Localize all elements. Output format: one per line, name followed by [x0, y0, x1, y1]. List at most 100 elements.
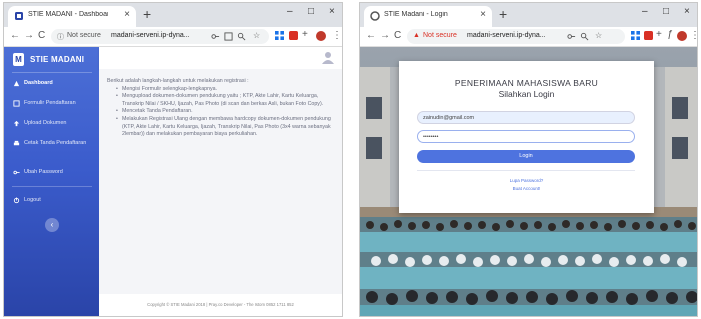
info-icon: ⓘ	[57, 34, 64, 41]
tab-title: STIE MADANI - Dashboard	[28, 11, 108, 18]
sidebar-brand[interactable]: M STIE MADANI	[4, 47, 99, 71]
instruction-step: Melakukan Registrasi Ulang dengan membaw…	[116, 116, 337, 139]
sidebar-divider	[12, 72, 92, 73]
tab-title: STIE Madani - Login	[384, 11, 448, 18]
logout-icon	[13, 197, 20, 204]
extension-grid-icon[interactable]	[631, 31, 640, 40]
brand-name: STIE MADANI	[30, 55, 85, 64]
instructions-list: Mengisi Formulir selengkap-lengkapnya. M…	[116, 86, 337, 139]
warning-icon: ▲	[413, 32, 420, 39]
upload-icon	[13, 120, 20, 127]
login-title: PENERIMAAN MAHASISWA BARU	[454, 78, 599, 88]
screenshot: STIE MADANI - Dashboard × + – □ × ← → C …	[0, 0, 701, 319]
maximize-button[interactable]: □	[663, 6, 669, 17]
sidebar-item-label: Logout	[24, 197, 41, 203]
forward-button[interactable]: →	[24, 30, 34, 41]
tab-dashboard[interactable]: STIE MADANI - Dashboard ×	[8, 6, 136, 27]
tab-bar: STIE Madani - Login × + – □ ×	[360, 3, 697, 27]
forward-button[interactable]: →	[380, 30, 390, 41]
address-bar[interactable]: ▲ Not secure madani-serveni.ip-dyna... ☆	[407, 29, 625, 44]
sidebar-item-upload[interactable]: Upload Dokumen	[4, 116, 99, 132]
instruction-step: Mengisi Formulir selengkap-lengkapnya.	[116, 86, 337, 94]
sidebar-item-label: Dashboard	[24, 80, 53, 86]
browser-toolbar: ← → C ⓘ Not secure madani-serveni.ip-dyn…	[4, 27, 342, 47]
login-button[interactable]: Login	[417, 150, 635, 163]
sidebar: M STIE MADANI Dashboard Formulir Pendaft…	[4, 47, 99, 316]
sidebar-divider	[12, 186, 92, 187]
site-favicon-icon	[15, 12, 23, 20]
sidebar-item-label: Formulir Pendaftaran	[24, 100, 76, 106]
sidebar-toggle-button[interactable]: ‹	[45, 218, 59, 232]
maximize-button[interactable]: □	[308, 6, 314, 17]
close-window-button[interactable]: ×	[684, 6, 690, 17]
reload-button[interactable]: C	[38, 30, 45, 41]
instruction-step: Mencetak Tanda Pendaftaran.	[116, 108, 337, 116]
back-button[interactable]: ←	[366, 30, 376, 41]
reload-button[interactable]: C	[394, 30, 401, 41]
card-divider	[417, 170, 635, 171]
close-window-button[interactable]: ×	[329, 6, 335, 17]
url-text: madani-serveni.ip-dyna...	[467, 32, 546, 39]
zoom-icon[interactable]	[237, 32, 246, 41]
browser-menu-icon[interactable]: ⋮	[332, 30, 342, 41]
security-label: Not secure	[67, 32, 101, 39]
form-icon	[13, 100, 20, 107]
key-icon[interactable]	[567, 32, 576, 41]
brand-logo: M	[13, 53, 24, 66]
new-tab-button[interactable]: +	[499, 6, 507, 22]
extensions-puzzle-icon[interactable]: +	[302, 29, 308, 40]
email-field[interactable]	[417, 111, 635, 124]
dashboard-icon	[13, 80, 20, 87]
topbar	[99, 47, 342, 69]
tab-close-icon[interactable]: ×	[480, 9, 486, 20]
browser-menu-icon[interactable]: ⋮	[690, 30, 697, 41]
page-viewport: M STIE MADANI Dashboard Formulir Pendaft…	[4, 47, 342, 316]
url-text: madani-serveni.ip-dyna...	[111, 32, 190, 39]
sidebar-item-password[interactable]: Ubah Password	[4, 165, 99, 181]
extension-red-icon[interactable]	[644, 31, 653, 40]
back-button[interactable]: ←	[10, 30, 20, 41]
registration-instructions: Berikut adalah langkah-langkah untuk mel…	[107, 78, 337, 139]
extensions-puzzle-icon[interactable]: +	[656, 29, 662, 40]
key-icon[interactable]	[211, 32, 220, 41]
forgot-password-link[interactable]: Lupa Password?	[399, 178, 654, 183]
password-field[interactable]	[417, 130, 635, 143]
tab-login[interactable]: STIE Madani - Login ×	[364, 6, 492, 27]
profile-avatar-icon[interactable]	[677, 31, 687, 41]
login-subtitle: Silahkan Login	[498, 89, 555, 99]
browser-toolbar: ← → C ▲ Not secure madani-serveni.ip-dyn…	[360, 27, 697, 47]
new-tab-button[interactable]: +	[143, 6, 151, 22]
profile-avatar-icon[interactable]	[316, 31, 326, 41]
instructions-intro: Berikut adalah langkah-langkah untuk mel…	[107, 78, 249, 84]
page-viewport: PENERIMAAN MAHASISWA BARU Silahkan Login…	[360, 47, 697, 316]
sidebar-item-dashboard[interactable]: Dashboard	[4, 76, 99, 92]
sidebar-item-formulir[interactable]: Formulir Pendaftaran	[4, 96, 99, 112]
bookmark-star-icon[interactable]: ☆	[595, 31, 602, 40]
minimize-button[interactable]: –	[642, 6, 648, 17]
sidebar-item-logout[interactable]: Logout	[4, 193, 99, 209]
bookmark-star-icon[interactable]: ☆	[253, 31, 260, 40]
address-bar[interactable]: ⓘ Not secure madani-serveni.ip-dyna... ☆	[51, 29, 269, 44]
zoom-icon[interactable]	[580, 32, 589, 41]
security-label: Not secure	[423, 32, 457, 39]
extension-grid-icon[interactable]	[275, 31, 284, 40]
create-account-link[interactable]: Buat Account!	[399, 186, 654, 191]
browser-window-dashboard: STIE MADANI - Dashboard × + – □ × ← → C …	[3, 2, 343, 317]
page-footer: Copyright © STIE Madani 2018 | Pray.co D…	[99, 294, 342, 316]
key-icon	[13, 170, 20, 175]
extension-red-icon[interactable]	[289, 31, 298, 40]
instruction-step: Mengupload dokumen-dokumen pendukung yai…	[116, 93, 337, 108]
main-content: Berikut adalah langkah-langkah untuk mel…	[99, 69, 342, 316]
user-profile-icon[interactable]	[322, 51, 334, 64]
tab-close-icon[interactable]: ×	[124, 9, 130, 20]
print-icon	[13, 140, 20, 146]
extension-f-icon[interactable]: ƒ	[667, 29, 673, 40]
tab-bar: STIE MADANI - Dashboard × + – □ ×	[4, 3, 342, 27]
browser-window-login: STIE Madani - Login × + – □ × ← → C ▲ No…	[359, 2, 698, 317]
translate-icon[interactable]	[224, 32, 233, 41]
minimize-button[interactable]: –	[287, 6, 293, 17]
site-favicon-icon	[370, 11, 380, 21]
sidebar-item-label: Ubah Password	[24, 169, 63, 175]
sidebar-item-cetak[interactable]: Cetak Tanda Pendaftaran	[4, 136, 99, 152]
footer-copyright: Copyright © STIE Madani 2018 | Pray.co D…	[147, 302, 294, 307]
